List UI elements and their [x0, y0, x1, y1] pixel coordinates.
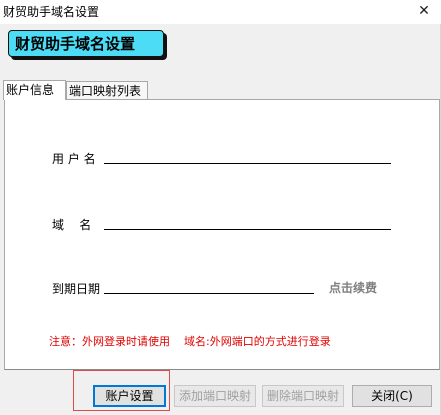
banner-title: 财贸助手域名设置: [8, 30, 164, 57]
expiry-date-label: 到期日期: [52, 282, 101, 296]
close-icon[interactable]: ✕: [413, 1, 435, 21]
username-field[interactable]: [104, 163, 391, 164]
renew-link[interactable]: 点击续费: [329, 279, 377, 296]
username-label: 用 户 名: [52, 152, 96, 166]
account-info-panel: 用 户 名 域 名 到期日期 点击续费 注意：外网登录时请使用 域名:外网端口的…: [4, 99, 440, 370]
tab-account-info[interactable]: 账户信息: [3, 80, 66, 100]
close-button[interactable]: 关闭(C): [352, 385, 432, 407]
domain-field[interactable]: [104, 229, 391, 230]
title-bar: 财贸助手域名设置 ✕: [0, 0, 441, 24]
expiry-date-field: [104, 293, 314, 294]
dialog-window: 财贸助手域名设置 ✕ 财贸助手域名设置 账户信息 端口映射列表 用 户 名 域 …: [0, 0, 441, 415]
tab-port-mapping-list[interactable]: 端口映射列表: [66, 81, 148, 99]
add-port-mapping-button[interactable]: 添加端口映射: [174, 385, 256, 407]
account-settings-button[interactable]: 账户设置: [93, 385, 166, 407]
delete-port-mapping-button[interactable]: 删除端口映射: [262, 385, 344, 407]
notice-text: 注意：外网登录时请使用 域名:外网端口的方式进行登录: [49, 335, 331, 348]
window-title: 财贸助手域名设置: [3, 5, 100, 19]
domain-label: 域 名: [52, 218, 92, 232]
